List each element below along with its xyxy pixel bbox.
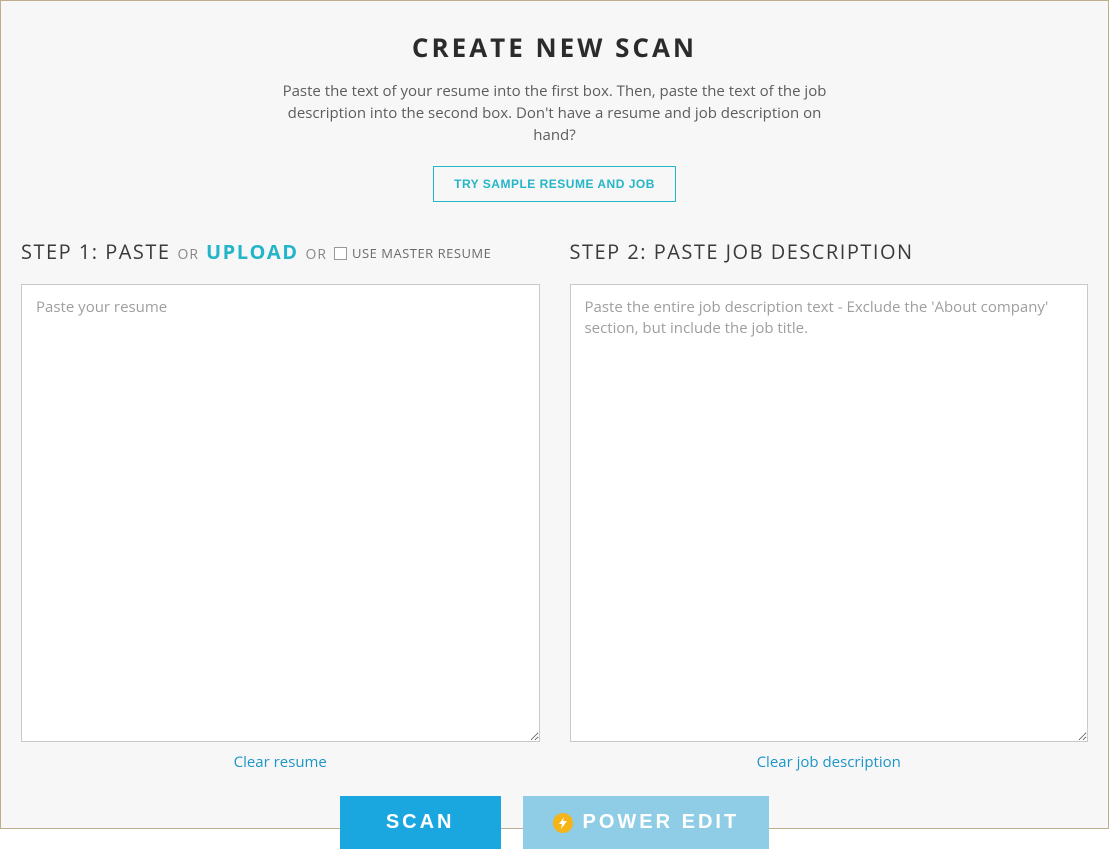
scan-button[interactable]: SCAN	[340, 796, 501, 849]
clear-job-description-link[interactable]: Clear job description	[570, 752, 1089, 772]
master-resume-label: USE MASTER RESUME	[352, 244, 491, 262]
try-sample-button[interactable]: TRY SAMPLE RESUME AND JOB	[433, 166, 676, 202]
clear-resume-link[interactable]: Clear resume	[21, 752, 540, 772]
action-buttons-row: SCAN POWER EDIT	[21, 796, 1088, 849]
instructions-text: Paste the text of your resume into the f…	[275, 81, 835, 146]
job-description-column: STEP 2: PASTE JOB DESCRIPTION Clear job …	[570, 238, 1089, 772]
upload-link[interactable]: UPLOAD	[206, 238, 299, 265]
columns-wrapper: STEP 1: PASTE OR UPLOAD OR USE MASTER RE…	[21, 238, 1088, 772]
master-resume-checkbox[interactable]	[334, 247, 347, 260]
resume-textarea[interactable]	[21, 284, 540, 742]
job-description-textarea[interactable]	[570, 284, 1089, 742]
step1-or-1: OR	[177, 245, 199, 264]
bolt-icon	[553, 813, 573, 833]
step2-label: STEP 2: PASTE JOB DESCRIPTION	[570, 238, 914, 265]
power-edit-button[interactable]: POWER EDIT	[523, 796, 770, 849]
header-section: CREATE NEW SCAN Paste the text of your r…	[21, 29, 1088, 202]
step1-label: STEP 1: PASTE	[21, 238, 170, 265]
step1-or-2: OR	[306, 245, 328, 264]
step2-header: STEP 2: PASTE JOB DESCRIPTION	[570, 238, 1089, 266]
resume-column: STEP 1: PASTE OR UPLOAD OR USE MASTER RE…	[21, 238, 540, 772]
master-resume-option[interactable]: USE MASTER RESUME	[334, 244, 491, 262]
page-title: CREATE NEW SCAN	[21, 29, 1088, 65]
power-edit-label: POWER EDIT	[583, 811, 740, 834]
step1-header: STEP 1: PASTE OR UPLOAD OR USE MASTER RE…	[21, 238, 540, 266]
scan-form-container: CREATE NEW SCAN Paste the text of your r…	[0, 0, 1109, 829]
